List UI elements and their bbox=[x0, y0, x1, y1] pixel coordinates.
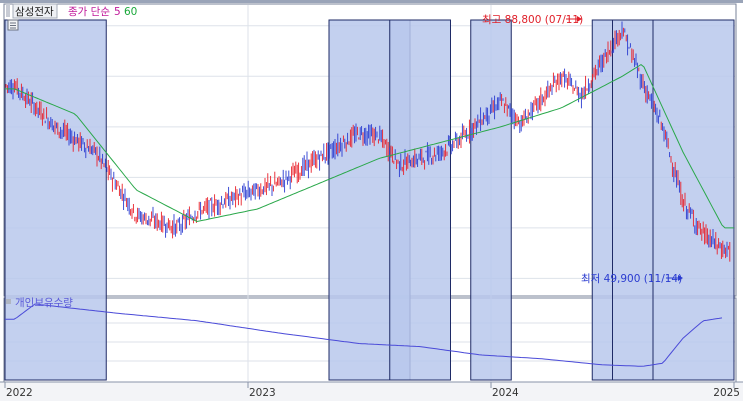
low-annotation: 최저 49,900 (11/14) bbox=[581, 273, 683, 285]
holdings-panel-label: 개인보유수량 bbox=[15, 297, 73, 309]
top-border bbox=[0, 0, 743, 3]
highlight-box bbox=[652, 19, 735, 381]
high-annotation: 최고 88,800 (07/11) bbox=[482, 14, 583, 26]
chart-canvas[interactable]: 최고 88,800 (07/11) 최저 49,900 (11/14) 삼성전자… bbox=[0, 0, 743, 401]
highlight-box bbox=[4, 19, 107, 381]
ma-type-label[interactable]: 종가 단순 bbox=[68, 6, 110, 18]
high-label: 최고 88,800 (07/11) bbox=[482, 14, 583, 26]
x-tick-label: 2023 bbox=[249, 387, 276, 399]
stock-chart-window: 최고 88,800 (07/11) 최저 49,900 (11/14) 삼성전자… bbox=[0, 0, 743, 401]
highlight-box bbox=[389, 19, 451, 381]
x-tick-label: 2025 bbox=[713, 387, 740, 399]
ma-short-period[interactable]: 5 bbox=[114, 6, 121, 18]
toolbar-grip bbox=[6, 4, 10, 17]
x-axis-strip bbox=[0, 382, 743, 401]
low-label: 최저 49,900 (11/14) bbox=[581, 273, 682, 285]
symbol-label: 삼성전자 bbox=[15, 6, 54, 18]
x-tick-label: 2022 bbox=[6, 387, 33, 399]
holdings-marker-icon bbox=[6, 299, 11, 304]
x-tick-label: 2024 bbox=[492, 387, 519, 399]
highlight-box bbox=[470, 19, 512, 381]
ma-long-period[interactable]: 60 bbox=[124, 6, 137, 18]
